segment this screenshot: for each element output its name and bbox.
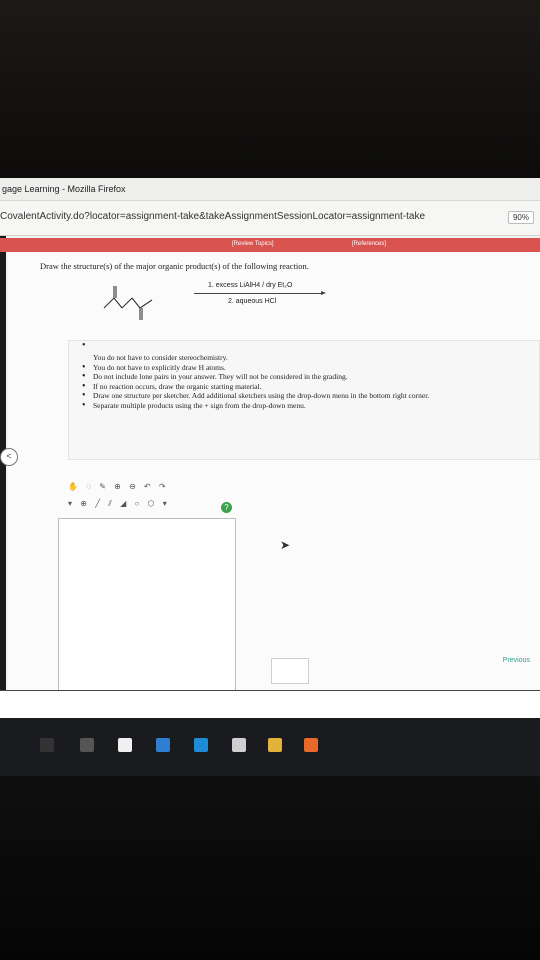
ring-menu-icon[interactable]: ▾ [163,499,167,508]
previous-button[interactable]: Previous [503,657,530,664]
app-icon[interactable] [268,738,282,752]
eraser-tool-icon[interactable]: ✎ [99,482,106,491]
dropdown-arrow-icon[interactable]: ▾ [68,499,72,508]
reaction-condition-1: 1. excess LiAlH4 / dry Et₂O [208,282,293,289]
help-icon[interactable]: ? [221,502,232,513]
starting-material-structure [103,286,153,320]
note-item: If no reaction occurs, draw the organic … [82,382,539,392]
sketcher-toolbar-top: ✋ ◌ ✎ ⊕ ⊖ ↶ ↷ [68,482,172,491]
reaction-scheme: 1. excess LiAlH4 / dry Et₂O 2. aqueous H… [98,280,338,320]
hand-tool-icon[interactable]: ✋ [68,482,78,491]
tab-references[interactable]: [References] [352,241,386,247]
mail-icon[interactable] [156,738,170,752]
sketcher-canvas[interactable] [58,518,236,694]
undo-icon[interactable]: ↶ [144,482,151,491]
note-item: You do not have to consider stereochemis… [82,341,539,363]
single-bond-icon[interactable]: ╱ [95,499,100,508]
ring-benzene-icon[interactable]: ⬡ [148,499,155,508]
window-titlebar: gage Learning - Mozilla Firefox [0,178,540,201]
monitor-bezel-top [0,0,540,178]
charge-tool-icon[interactable]: ⊕ [80,499,87,508]
sketcher-toolbar-bottom: ▾ ⊕ ╱ ⫽ ◢ ○ ⬡ ▾ [68,499,173,509]
zoom-out-icon[interactable]: ⊖ [129,482,136,491]
question-tabs-bar: [Review Topics] [References] [0,238,540,252]
question-prompt: Draw the structure(s) of the major organ… [40,261,309,271]
sketcher-dropdown[interactable] [271,658,309,684]
hat-app-icon[interactable] [232,738,246,752]
screen: gage Learning - Mozilla Firefox Covalent… [0,178,540,718]
store-icon[interactable] [118,738,132,752]
note-item: Draw one structure per sketcher. Add add… [82,391,539,401]
double-bond-icon[interactable]: ⫽ [108,499,112,509]
wedge-bond-icon[interactable]: ◢ [120,499,126,508]
mouse-cursor-icon: ➤ [280,538,291,552]
redo-icon[interactable]: ↷ [159,482,166,491]
note-item: You do not have to explicitly draw H ato… [82,363,539,373]
monitor-bezel-bottom [0,776,540,960]
windows-taskbar [0,718,540,776]
url-text[interactable]: CovalentActivity.do?locator=assignment-t… [0,211,425,222]
task-view-icon[interactable] [80,738,94,752]
note-item: Do not include lone pairs in your answer… [82,372,539,382]
address-bar[interactable]: CovalentActivity.do?locator=assignment-t… [0,201,540,236]
firefox-icon[interactable] [304,738,318,752]
lasso-tool-icon[interactable]: ◌ [86,482,91,491]
zoom-in-icon[interactable]: ⊕ [114,482,121,491]
edge-icon[interactable] [194,738,208,752]
reaction-arrow [194,291,326,295]
reaction-condition-2: 2. aqueous HCl [228,298,277,305]
note-item: Separate multiple products using the + s… [82,401,539,411]
chevron-left-icon[interactable]: < [0,448,18,466]
instruction-notes: You do not have to consider stereochemis… [68,340,540,460]
mic-icon[interactable] [40,738,54,752]
zoom-indicator[interactable]: 90% [507,211,534,224]
tab-review-topics[interactable]: [Review Topics] [232,241,274,247]
question-content: Draw the structure(s) of the major organ… [8,252,540,694]
ring-cyclopropane-icon[interactable]: ○ [134,499,139,508]
